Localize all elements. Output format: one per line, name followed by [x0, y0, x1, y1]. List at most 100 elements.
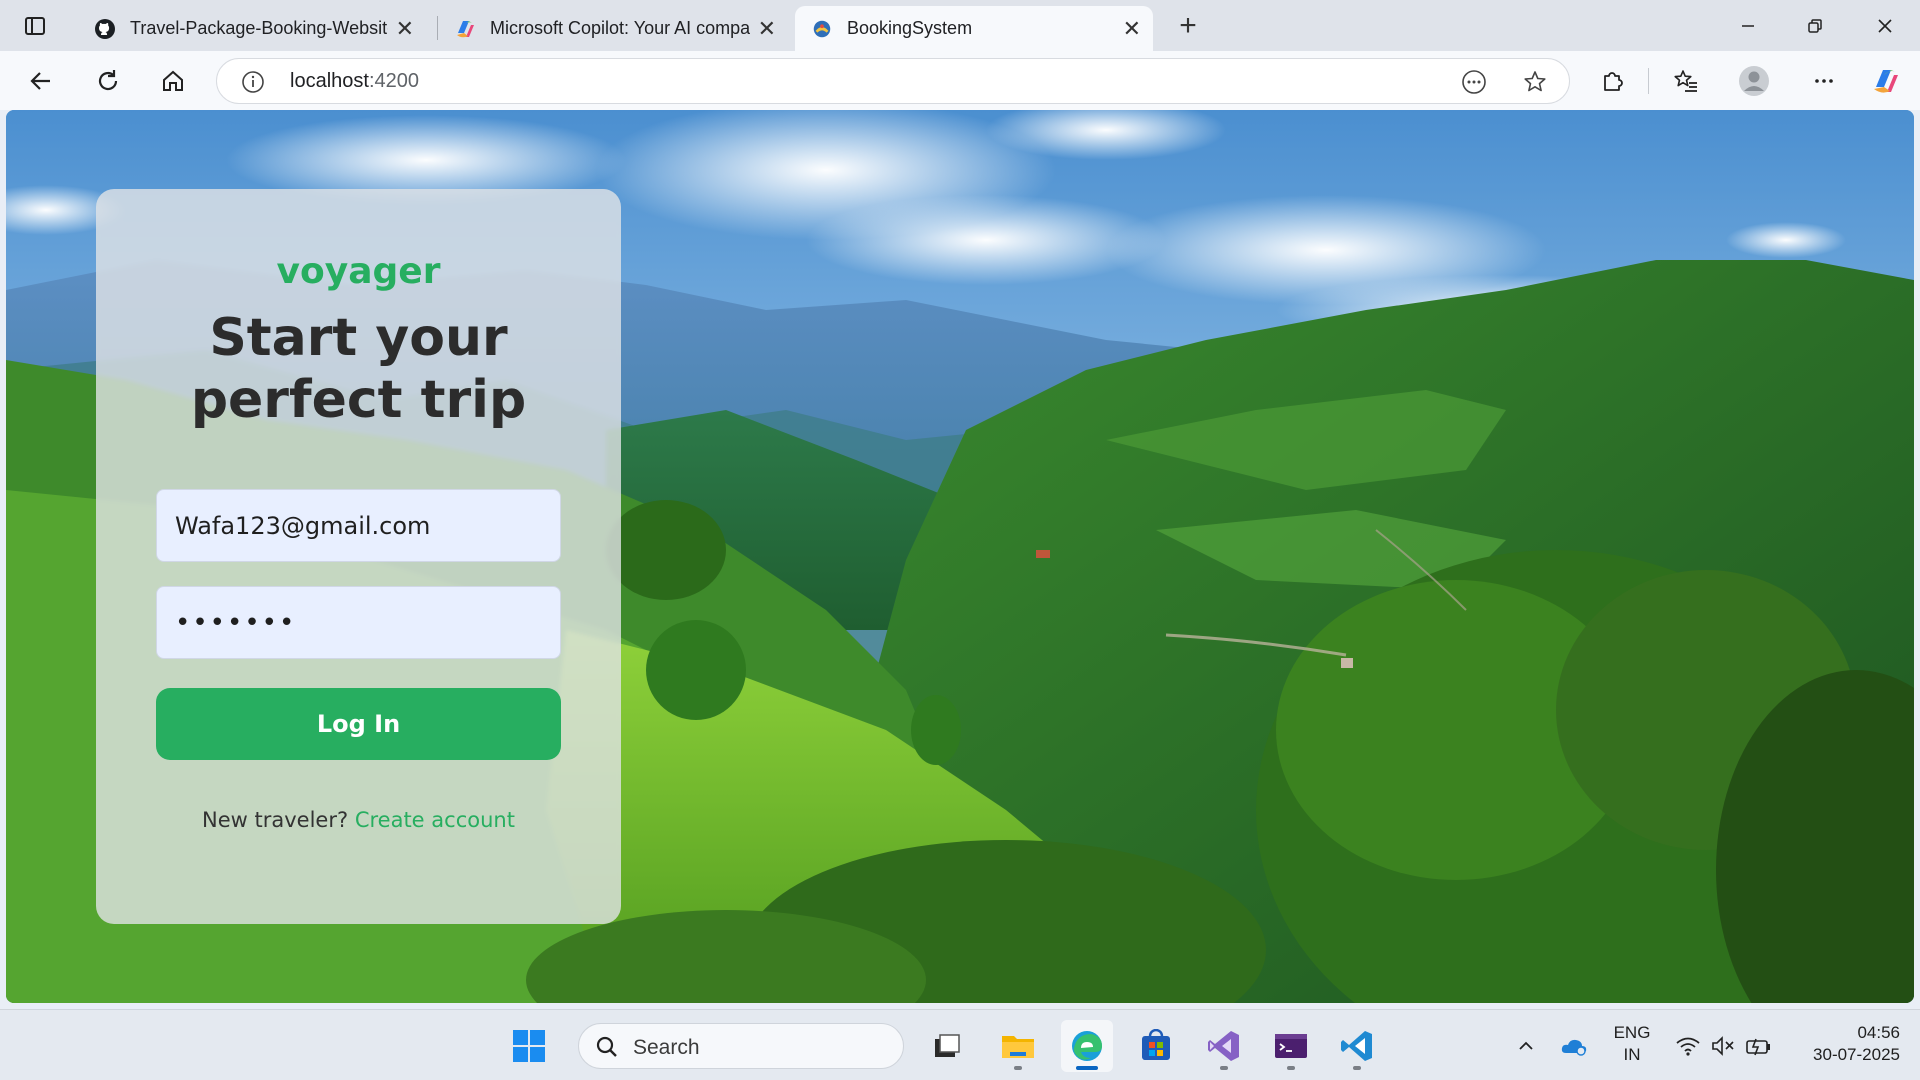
favorites-button[interactable] — [1666, 61, 1706, 101]
address-bar[interactable]: localhost:4200 — [216, 58, 1570, 104]
copilot-button[interactable] — [1866, 61, 1906, 101]
favorites-icon — [1674, 70, 1697, 92]
plus-icon: + — [1179, 9, 1197, 42]
info-icon[interactable] — [241, 70, 265, 94]
running-indicator — [1014, 1066, 1022, 1070]
start-button[interactable] — [503, 1020, 555, 1072]
volume-muted-icon — [1712, 1036, 1734, 1056]
edge-browser-app[interactable] — [1061, 1020, 1113, 1072]
new-tab-button[interactable]: + — [1170, 8, 1206, 44]
microsoft-store-app[interactable] — [1130, 1020, 1182, 1072]
favorite-button[interactable] — [1521, 68, 1549, 96]
avatar-icon — [1739, 66, 1769, 96]
vscode-app[interactable] — [1331, 1020, 1383, 1072]
extensions-button[interactable] — [1592, 61, 1632, 101]
visual-studio-app[interactable] — [1198, 1020, 1250, 1072]
profile-button[interactable] — [1734, 61, 1774, 101]
create-account-link[interactable]: Create account — [355, 808, 515, 832]
task-view-icon — [935, 1034, 960, 1057]
close-icon[interactable]: ✕ — [396, 17, 414, 40]
more-horizontal-icon — [1815, 79, 1833, 83]
toolbar-divider — [1648, 68, 1649, 94]
tab-title: Microsoft Copilot: Your AI companion — [490, 18, 750, 38]
task-view-button[interactable] — [921, 1020, 973, 1072]
running-indicator — [1220, 1066, 1228, 1070]
star-icon — [1524, 71, 1546, 92]
folder-icon — [1002, 1036, 1034, 1058]
home-icon — [163, 70, 183, 91]
signup-prompt: New traveler? Create account — [96, 808, 621, 832]
minimize-button[interactable] — [1723, 8, 1773, 44]
clock-time: 04:56 — [1857, 1023, 1900, 1042]
close-icon — [1878, 19, 1892, 33]
tab-github[interactable]: Travel-Package-Booking-Website ✕ — [78, 6, 426, 51]
file-explorer-app[interactable] — [992, 1020, 1044, 1072]
email-value: Wafa123@gmail.com — [175, 511, 431, 540]
running-indicator — [1287, 1066, 1295, 1070]
taskbar-search[interactable]: Search — [578, 1023, 904, 1069]
url-host: localhost — [290, 70, 369, 92]
headline-line-1: Start your — [209, 308, 508, 368]
onedrive-tray-button[interactable] — [1560, 1032, 1588, 1060]
active-indicator — [1076, 1066, 1098, 1070]
close-icon[interactable]: ✕ — [1123, 17, 1141, 40]
back-arrow-icon — [30, 72, 50, 90]
wifi-icon — [1676, 1037, 1700, 1056]
close-window-button[interactable] — [1860, 8, 1910, 44]
email-field[interactable]: Wafa123@gmail.com — [156, 489, 561, 562]
password-value: ••••••• — [175, 607, 297, 638]
clock[interactable]: 04:56 30-07-2025 — [1790, 1022, 1900, 1066]
search-icon — [596, 1036, 617, 1057]
terminal-icon — [1275, 1034, 1307, 1058]
vscode-icon — [1341, 1031, 1372, 1061]
refresh-icon — [98, 70, 118, 91]
store-icon — [1142, 1029, 1170, 1060]
battery-charging-icon — [1746, 1038, 1770, 1056]
language-region: IN — [1623, 1045, 1641, 1064]
search-placeholder: Search — [633, 1036, 700, 1059]
github-icon — [94, 18, 116, 40]
terminal-app[interactable] — [1265, 1020, 1317, 1072]
tab-actions-icon — [25, 17, 45, 35]
login-button[interactable]: Log In — [156, 688, 561, 760]
tab-copilot[interactable]: Microsoft Copilot: Your AI companion ✕ — [438, 6, 788, 51]
show-hidden-icons-button[interactable] — [1512, 1032, 1540, 1060]
back-button[interactable] — [21, 61, 61, 101]
headline-line-2: perfect trip — [190, 370, 527, 430]
tab-title: Travel-Package-Booking-Website — [130, 18, 388, 38]
language-code: ENG — [1613, 1023, 1651, 1042]
clock-date: 30-07-2025 — [1813, 1045, 1900, 1064]
close-icon[interactable]: ✕ — [758, 17, 776, 40]
more-circle-icon — [1462, 70, 1486, 94]
battery-button[interactable] — [1745, 1032, 1773, 1060]
copilot-icon — [1874, 70, 1898, 93]
chevron-up-icon — [1519, 1041, 1533, 1050]
brand-logo-text: voyager — [276, 251, 441, 292]
browser-toolbar: localhost:4200 — [0, 51, 1920, 110]
tab-actions-button[interactable] — [18, 12, 52, 40]
url-text[interactable]: localhost:4200 — [290, 70, 419, 93]
restore-icon — [1808, 19, 1822, 33]
page-viewport: voyager Start your perfect trip Wafa123@… — [6, 110, 1914, 1003]
page-headline: Start your perfect trip — [96, 307, 621, 431]
tab-strip: Travel-Package-Booking-Website ✕ Microso… — [0, 0, 1920, 51]
onedrive-cloud-icon — [1561, 1039, 1587, 1056]
signup-text: New traveler? — [202, 808, 349, 832]
volume-button[interactable] — [1709, 1032, 1737, 1060]
settings-more-button[interactable] — [1804, 61, 1844, 101]
home-button[interactable] — [153, 61, 193, 101]
tab-title: BookingSystem — [847, 18, 973, 38]
restore-button[interactable] — [1790, 8, 1840, 44]
network-button[interactable] — [1674, 1032, 1702, 1060]
password-field[interactable]: ••••••• — [156, 586, 561, 659]
booking-icon — [811, 18, 833, 40]
tab-bookingsystem[interactable]: BookingSystem ✕ — [795, 6, 1153, 51]
login-card: voyager Start your perfect trip Wafa123@… — [96, 189, 621, 924]
language-indicator[interactable]: ENG IN — [1604, 1022, 1660, 1066]
puzzle-icon — [1604, 72, 1623, 91]
page-actions-button[interactable] — [1460, 68, 1488, 96]
refresh-button[interactable] — [88, 61, 128, 101]
windows-logo-icon — [513, 1030, 545, 1062]
copilot-icon — [454, 18, 476, 40]
edge-icon — [1072, 1031, 1102, 1061]
